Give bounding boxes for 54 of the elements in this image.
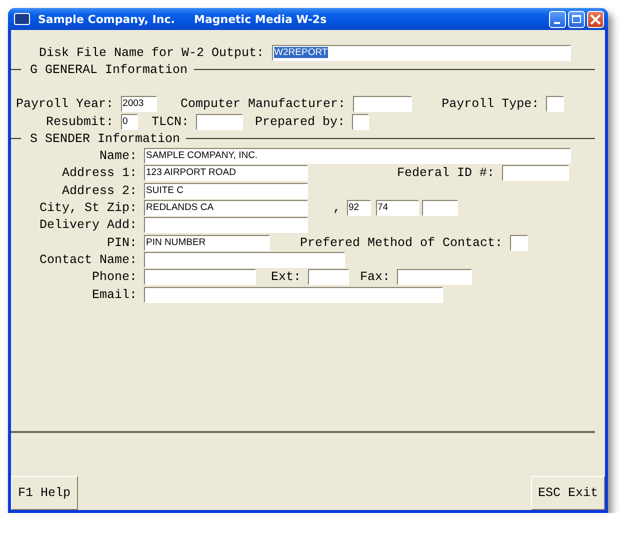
- app-icon: [14, 13, 30, 25]
- maximize-button[interactable]: [568, 10, 585, 28]
- field-label: PIN:: [106, 236, 137, 250]
- field-label: Computer Manufacturer:: [180, 97, 346, 112]
- input-field[interactable]: 2003: [120, 96, 157, 112]
- help-button[interactable]: F1 Help: [11, 476, 78, 510]
- field-label: Disk File Name for W-2 Output:: [39, 46, 264, 60]
- minimize-button[interactable]: [549, 10, 566, 28]
- input-field[interactable]: [422, 200, 458, 216]
- field-label: Phone:: [90, 270, 137, 284]
- input-field[interactable]: REDLANDS CA: [144, 200, 308, 216]
- input-field[interactable]: PIN NUMBER: [144, 234, 270, 251]
- field-label: Contact Name:: [38, 252, 137, 267]
- input-field[interactable]: SAMPLE COMPANY, INC.: [144, 148, 571, 164]
- field-label: Resubmit:: [46, 114, 114, 129]
- input-field[interactable]: [352, 96, 412, 112]
- input-field[interactable]: [308, 269, 350, 286]
- input-field[interactable]: [144, 252, 345, 268]
- field-label: Prepared by:: [255, 114, 346, 129]
- field-label: Delivery Add:: [38, 218, 137, 232]
- input-field[interactable]: [502, 165, 569, 182]
- input-field[interactable]: [546, 96, 564, 112]
- field-label: City, St Zip:: [38, 201, 137, 216]
- input-field[interactable]: [510, 234, 528, 251]
- input-field[interactable]: [144, 217, 308, 234]
- input-field[interactable]: W2REPORT: [272, 44, 572, 61]
- close-button[interactable]: [587, 10, 604, 28]
- input-field[interactable]: 0: [120, 114, 138, 130]
- input-field[interactable]: [144, 286, 443, 302]
- field-label: Address 2:: [60, 184, 137, 198]
- field-label: Name:: [98, 149, 137, 164]
- field-label: Federal ID #:: [397, 166, 495, 180]
- input-field[interactable]: SUITE C: [144, 182, 308, 199]
- section-title: G GENERAL Information: [30, 62, 188, 77]
- field-label: Address 1:: [60, 166, 137, 180]
- window-title: Sample Company, Inc.: [38, 12, 176, 26]
- input-field[interactable]: 123 AIRPORT ROAD: [144, 165, 308, 182]
- input-field[interactable]: 74: [376, 200, 419, 216]
- field-label: Ext:: [271, 270, 302, 284]
- input-field[interactable]: 92: [346, 200, 371, 216]
- exit-button[interactable]: ESC Exit: [530, 476, 605, 510]
- field-label: Prefered Method of Contact:: [300, 236, 503, 250]
- field-label: Payroll Year:: [16, 97, 114, 112]
- field-label: TLCN:: [152, 114, 190, 129]
- input-field[interactable]: [352, 114, 370, 130]
- field-label: Fax:: [360, 270, 390, 284]
- section-title: S SENDER Information: [30, 132, 180, 146]
- input-field[interactable]: [397, 269, 472, 286]
- input-field[interactable]: [196, 114, 244, 130]
- separator-text: ,: [333, 201, 341, 216]
- field-label: Email:: [90, 288, 137, 302]
- input-field[interactable]: [144, 269, 256, 286]
- window-caption: Magnetic Media W-2s: [194, 12, 327, 26]
- field-label: Payroll Type:: [442, 97, 540, 112]
